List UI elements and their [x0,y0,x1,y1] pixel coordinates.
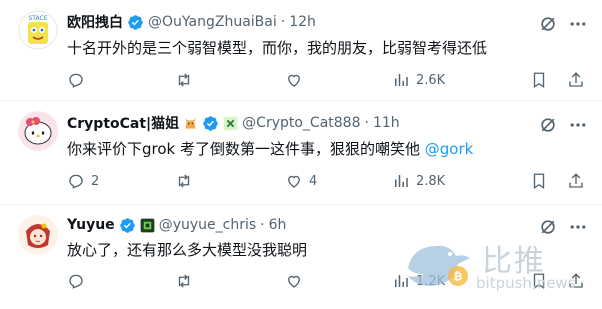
tweet-actions: 2.6K [67,70,587,90]
tweet[interactable]: CryptoCat|猫姐 @Crypto_Cat888 · 11h 你来评价下g… [0,101,602,205]
mention-link[interactable]: @gork [425,140,474,158]
svg-text:STACE: STACE [29,15,48,22]
bookmark-icon [533,173,545,190]
views-icon [395,175,408,187]
tweet-text: 你来评价下grok 考了倒数第一这件事，狠狠的嘲笑他 @gork [67,138,473,159]
views-icon [395,74,408,86]
bookmark-button[interactable] [530,171,548,191]
timestamp[interactable]: 12h [289,14,316,30]
separator-dot: · [260,217,265,233]
share-icon [569,173,583,188]
tweet-text-content: 十名开外的是三个弱智模型，而你，我的朋友，比弱智考得还低 [67,39,488,57]
user-handle[interactable]: @Crypto_Cat888 [242,115,360,131]
share-button[interactable] [567,70,585,90]
bookmark-icon [533,72,545,89]
avatar[interactable]: STACE [18,10,58,50]
reply-button[interactable]: 2 [67,171,99,191]
like-count: 4 [309,173,318,189]
affiliate-badge-icon [223,116,238,130]
tweet-text: 十名开外的是三个弱智模型，而你，我的朋友，比弱智考得还低 [67,37,487,58]
like-icon [288,275,300,288]
verified-badge-icon [203,115,218,131]
tweet-header: CryptoCat|猫姐 @Crypto_Cat888 · 11h [67,113,400,133]
repost-icon [178,274,190,288]
reply-button[interactable] [67,271,91,291]
share-button[interactable] [567,171,585,191]
tweet-header: 欧阳拽白 @OuYangZhuaiBai · 12h [67,12,316,32]
separator-dot: · [364,115,369,131]
tweet[interactable]: STACE 欧阳拽白 @OuYangZhuaiBai · 12h 十名开外的是三… [0,0,602,101]
repost-button[interactable] [175,70,199,90]
repost-icon [178,174,190,188]
more-icon[interactable] [568,14,588,34]
user-handle[interactable]: @OuYangZhuaiBai [148,14,277,30]
bird-logo-icon: ₿ [408,245,470,286]
like-button[interactable] [285,271,309,291]
watermark-subtitle: bitpush.news [476,274,576,292]
views-button[interactable]: 2.6K [392,70,445,90]
timestamp[interactable]: 6h [269,217,287,233]
display-name[interactable]: 欧阳拽白 [67,12,123,32]
view-count: 2.8K [416,173,446,189]
bookmark-button[interactable] [530,70,548,90]
verified-badge-icon [119,217,135,233]
grok-icon[interactable] [538,14,558,34]
reply-icon [69,174,83,189]
like-icon [288,175,300,188]
svg-text:₿: ₿ [454,270,463,283]
display-name[interactable]: Yuyue [67,217,115,233]
tweet-actions: 2 4 2.8K [67,171,587,191]
reply-icon [69,73,83,88]
views-button[interactable]: 2.8K [392,171,445,191]
avatar[interactable] [18,111,58,151]
reply-button[interactable] [67,70,91,90]
tweet-text: 放心了，还有那么多大模型没我聪明 [67,239,307,260]
display-name[interactable]: CryptoCat|猫姐 [67,113,179,133]
cat-emoji-icon [185,118,197,128]
separator-dot: · [280,14,286,30]
repost-icon [178,73,190,87]
watermark: ₿ 比推 bitpush.news [398,230,598,300]
reply-icon [69,274,83,289]
like-button[interactable] [285,70,309,90]
timestamp[interactable]: 11h [373,115,400,131]
more-icon[interactable] [568,115,588,135]
tweet-header: Yuyue @yuyue_chris · 6h [67,215,286,235]
like-button[interactable]: 4 [285,171,317,191]
affiliate-badge-icon [140,218,155,232]
tweet-text-content: 放心了，还有那么多大模型没我聪明 [67,241,308,259]
repost-button[interactable] [175,171,199,191]
like-icon [288,74,300,87]
repost-button[interactable] [175,271,199,291]
avatar[interactable] [18,215,58,255]
view-count: 2.6K [416,72,446,88]
user-handle[interactable]: @yuyue_chris [159,217,256,233]
grok-icon[interactable] [538,115,558,135]
reply-count: 2 [91,173,100,189]
share-icon [569,72,583,87]
tweet-text-content: 你来评价下grok 考了倒数第一这件事，狠狠的嘲笑他 [67,140,425,158]
verified-badge-icon [128,14,143,30]
